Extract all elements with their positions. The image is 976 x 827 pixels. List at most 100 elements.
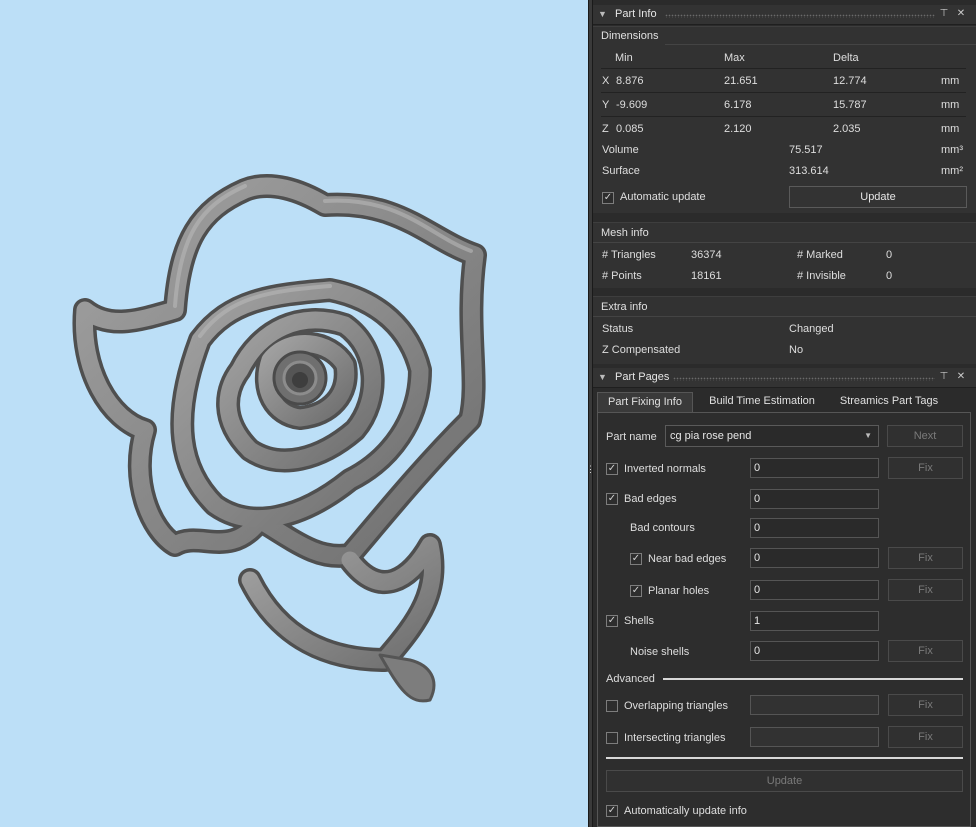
- dim-z-delta: 2.035: [833, 123, 861, 135]
- dim-x-max: 21.651: [724, 75, 758, 87]
- mesh-info-section: Mesh info # Triangles 36374 # Marked 0 #…: [593, 222, 976, 288]
- min-header: Min: [615, 52, 633, 64]
- mesh-info-label: Mesh info: [601, 227, 649, 239]
- auto-update-info-label: Automatically update info: [624, 805, 747, 817]
- shells-checkbox[interactable]: ✓: [606, 615, 618, 627]
- triangles-label: # Triangles: [602, 249, 656, 261]
- advanced-divider: [663, 678, 963, 680]
- dimensions-label: Dimensions: [601, 30, 659, 42]
- planar-holes-field[interactable]: 0: [750, 580, 879, 600]
- shells-label: Shells: [624, 615, 654, 627]
- overlapping-triangles-checkbox[interactable]: [606, 700, 618, 712]
- part-name-value: cg pia rose pend: [670, 430, 752, 442]
- near-bad-edges-checkbox[interactable]: ✓: [630, 553, 642, 565]
- surface-unit: mm²: [941, 165, 963, 177]
- near-bad-edges-field[interactable]: 0: [750, 548, 879, 568]
- part-info-titlebar[interactable]: ▼ Part Info ⊤ ✕: [593, 5, 976, 25]
- dimensions-update-button[interactable]: Update: [789, 186, 967, 208]
- dim-axis-y: Y: [602, 99, 610, 111]
- inverted-normals-label: Inverted normals: [624, 463, 706, 475]
- close-icon[interactable]: ✕: [955, 8, 967, 19]
- surface-label: Surface: [602, 165, 640, 177]
- triangles-value: 36374: [691, 249, 722, 261]
- noise-shells-fix-button[interactable]: Fix: [888, 640, 963, 662]
- tab-streamics-part-tags[interactable]: Streamics Part Tags: [833, 392, 945, 413]
- drag-grip[interactable]: [665, 14, 935, 18]
- part-pages-titlebar[interactable]: ▼ Part Pages ⊤ ✕: [593, 368, 976, 388]
- invisible-value: 0: [886, 270, 893, 282]
- overlapping-triangles-field[interactable]: [750, 695, 879, 715]
- pin-icon[interactable]: ⊤: [938, 371, 950, 382]
- part-info-title: Part Info: [615, 8, 657, 20]
- properties-panel: ▼ Part Info ⊤ ✕ Dimensions Min Max Delta…: [593, 0, 976, 827]
- close-icon[interactable]: ✕: [955, 371, 967, 382]
- bottom-divider: [606, 757, 963, 759]
- invisible-label: # Invisible: [797, 270, 846, 282]
- inverted-normals-fix-button[interactable]: Fix: [888, 457, 963, 479]
- part-name-select[interactable]: cg pia rose pend ▼: [665, 425, 879, 447]
- points-value: 18161: [691, 270, 722, 282]
- z-compensated-value: No: [789, 344, 804, 356]
- intersecting-triangles-field[interactable]: [750, 727, 879, 747]
- near-bad-edges-label: Near bad edges: [648, 553, 727, 565]
- pin-icon[interactable]: ⊤: [938, 8, 950, 19]
- part-pages-title: Part Pages: [615, 371, 670, 383]
- near-bad-edges-fix-button[interactable]: Fix: [888, 547, 963, 569]
- dimensions-section: Dimensions Min Max Delta X 8.876 21.651 …: [593, 26, 976, 213]
- intersecting-triangles-checkbox[interactable]: [606, 732, 618, 744]
- points-label: # Points: [602, 270, 642, 282]
- dim-z-unit: mm: [941, 123, 960, 135]
- triangle-down-icon[interactable]: ▼: [598, 9, 607, 19]
- next-button[interactable]: Next: [887, 425, 963, 447]
- part-pages-update-button[interactable]: Update: [606, 770, 963, 792]
- delta-header: Delta: [833, 52, 859, 64]
- chevron-down-icon: ▼: [864, 431, 872, 440]
- z-compensated-label: Z Compensated: [602, 344, 681, 356]
- overlapping-triangles-label: Overlapping triangles: [624, 700, 728, 712]
- inverted-normals-checkbox[interactable]: ✓: [606, 463, 618, 475]
- tab-build-time-estimation[interactable]: Build Time Estimation: [699, 392, 825, 413]
- dim-axis-x: X: [602, 75, 610, 87]
- status-label: Status: [602, 323, 634, 335]
- dim-x-delta: 12.774: [833, 75, 867, 87]
- 3d-viewport[interactable]: [0, 0, 588, 827]
- max-header: Max: [724, 52, 745, 64]
- dim-z-max: 2.120: [724, 123, 752, 135]
- volume-unit: mm³: [941, 144, 963, 156]
- planar-holes-fix-button[interactable]: Fix: [888, 579, 963, 601]
- auto-update-label: Automatic update: [620, 191, 706, 203]
- splitter-grip-icon[interactable]: ⋮: [586, 462, 595, 476]
- inverted-normals-field[interactable]: 0: [750, 458, 879, 478]
- auto-update-checkbox[interactable]: ✓: [602, 192, 614, 204]
- rose-pendant-model[interactable]: [0, 0, 588, 827]
- tab-part-fixing-info[interactable]: Part Fixing Info: [597, 392, 693, 413]
- bad-edges-label: Bad edges: [624, 493, 677, 505]
- dim-y-min: -9.609: [616, 99, 648, 111]
- noise-shells-field[interactable]: 0: [750, 641, 879, 661]
- status-value: Changed: [789, 323, 834, 335]
- intersecting-triangles-fix-button[interactable]: Fix: [888, 726, 963, 748]
- shells-field[interactable]: 1: [750, 611, 879, 631]
- noise-shells-label: Noise shells: [630, 646, 690, 658]
- dim-x-min: 8.876: [616, 75, 644, 87]
- auto-update-info-checkbox[interactable]: ✓: [606, 805, 618, 817]
- bad-contours-field[interactable]: 0: [750, 518, 879, 538]
- extra-info-section: Extra info Status Changed Z Compensated …: [593, 296, 976, 364]
- advanced-label: Advanced: [606, 673, 655, 685]
- bad-edges-field[interactable]: 0: [750, 489, 879, 509]
- dim-z-min: 0.085: [616, 123, 644, 135]
- intersecting-triangles-label: Intersecting triangles: [624, 732, 726, 744]
- volume-label: Volume: [602, 144, 639, 156]
- part-name-label: Part name: [606, 431, 657, 443]
- planar-holes-checkbox[interactable]: ✓: [630, 585, 642, 597]
- overlapping-triangles-fix-button[interactable]: Fix: [888, 694, 963, 716]
- extra-info-label: Extra info: [601, 301, 648, 313]
- dim-x-unit: mm: [941, 75, 960, 87]
- triangle-down-icon[interactable]: ▼: [598, 372, 607, 382]
- dim-y-delta: 15.787: [833, 99, 867, 111]
- drag-grip[interactable]: [673, 377, 935, 381]
- planar-holes-label: Planar holes: [648, 585, 710, 597]
- bad-edges-checkbox[interactable]: ✓: [606, 493, 618, 505]
- marked-label: # Marked: [797, 249, 843, 261]
- bad-contours-label: Bad contours: [630, 522, 695, 534]
